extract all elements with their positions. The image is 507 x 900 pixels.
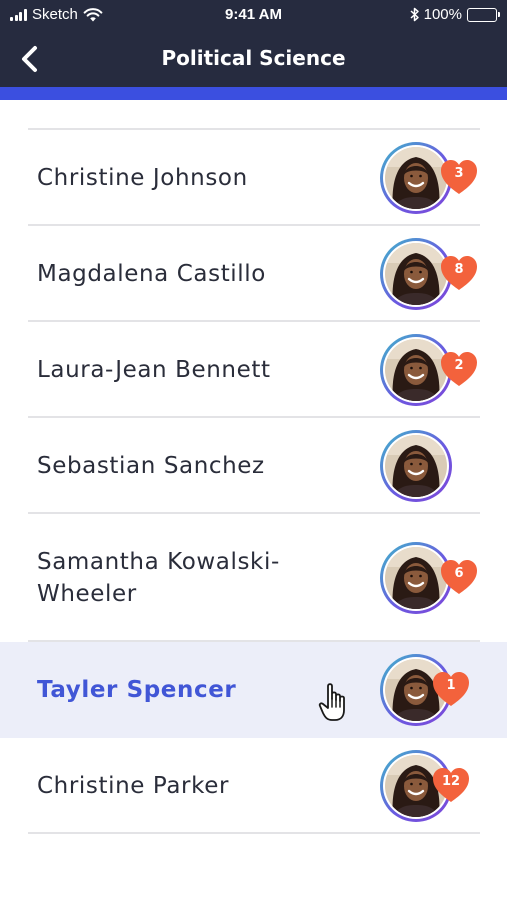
likes-heart-badge: 8 — [439, 254, 479, 292]
likes-heart-badge: 3 — [439, 158, 479, 196]
avatar — [380, 430, 452, 502]
row-divider — [28, 832, 480, 834]
likes-count: 3 — [454, 166, 464, 181]
status-bar: Sketch 9:41 AM 100% — [0, 0, 507, 32]
list-item[interactable]: Samantha Kowalski- Wheeler 6 — [0, 514, 507, 642]
likes-count: 12 — [441, 774, 461, 789]
battery-percent: 100% — [423, 6, 462, 23]
likes-count: 2 — [454, 358, 464, 373]
person-name: Christine Johnson — [37, 165, 248, 191]
bluetooth-icon — [410, 7, 419, 22]
carrier-label: Sketch — [32, 6, 78, 23]
hand-pointer-icon — [318, 683, 345, 721]
person-name: Tayler Spencer — [37, 677, 237, 703]
list-item[interactable]: Christine Johnson 3 — [0, 130, 507, 226]
battery-icon — [467, 7, 500, 22]
likes-count: 8 — [454, 262, 464, 277]
status-right: 100% — [410, 6, 500, 23]
status-left: Sketch — [10, 6, 103, 23]
likes-heart-badge: 1 — [431, 670, 471, 708]
person-name: Samantha Kowalski- Wheeler — [37, 549, 280, 607]
page-title: Political Science — [161, 46, 346, 70]
likes-heart-badge: 2 — [439, 350, 479, 388]
list-item[interactable]: Christine Parker 12 — [0, 738, 507, 834]
likes-heart-badge: 6 — [439, 558, 479, 596]
signal-icon — [10, 8, 28, 21]
person-name: Laura-Jean Bennett — [37, 357, 271, 383]
person-name: Sebastian Sanchez — [37, 453, 265, 479]
wifi-icon — [83, 7, 103, 21]
person-name: Magdalena Castillo — [37, 261, 266, 287]
list-item[interactable]: Tayler Spencer 1 — [0, 642, 507, 738]
likes-count: 1 — [446, 678, 456, 693]
likes-heart-badge: 12 — [431, 766, 471, 804]
list-item[interactable]: Magdalena Castillo 8 — [0, 226, 507, 322]
likes-count: 6 — [454, 566, 464, 581]
list-item[interactable]: Laura-Jean Bennett 2 — [0, 322, 507, 418]
nav-accent-bar — [0, 87, 507, 100]
person-name: Christine Parker — [37, 773, 230, 799]
list-item[interactable]: Sebastian Sanchez — [0, 418, 507, 514]
